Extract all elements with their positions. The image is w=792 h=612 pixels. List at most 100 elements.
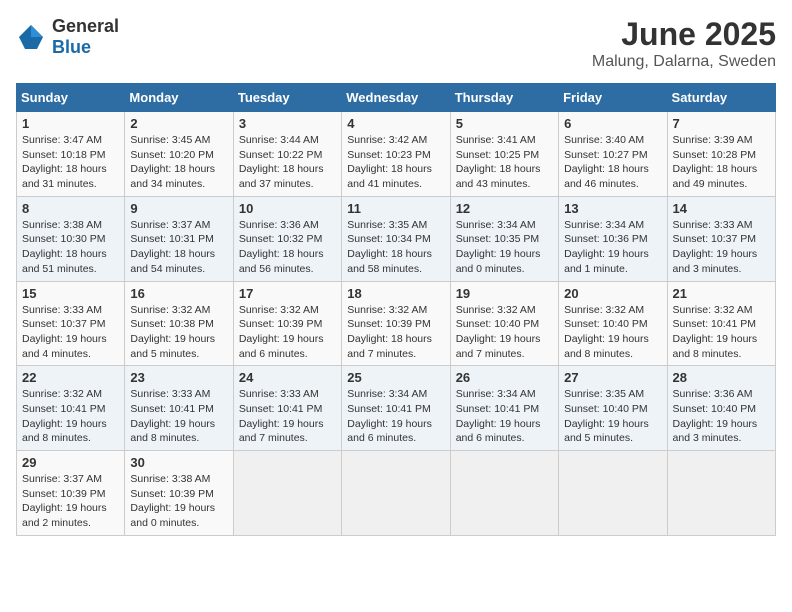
- calendar-cell: 20 Sunrise: 3:32 AM Sunset: 10:40 PM Dayl…: [559, 281, 667, 366]
- day-number: 1: [22, 116, 119, 131]
- day-info: Sunrise: 3:45 AM Sunset: 10:20 PM Daylig…: [130, 133, 227, 192]
- day-info: Sunrise: 3:44 AM Sunset: 10:22 PM Daylig…: [239, 133, 336, 192]
- day-number: 12: [456, 201, 553, 216]
- calendar-cell: 21 Sunrise: 3:32 AM Sunset: 10:41 PM Dayl…: [667, 281, 775, 366]
- day-number: 28: [673, 370, 770, 385]
- weekday-header-saturday: Saturday: [667, 84, 775, 112]
- calendar-cell: 16 Sunrise: 3:32 AM Sunset: 10:38 PM Dayl…: [125, 281, 233, 366]
- day-info: Sunrise: 3:32 AM Sunset: 10:39 PM Daylig…: [347, 303, 444, 362]
- day-info: Sunrise: 3:38 AM Sunset: 10:39 PM Daylig…: [130, 472, 227, 531]
- calendar-cell: 23 Sunrise: 3:33 AM Sunset: 10:41 PM Dayl…: [125, 366, 233, 451]
- week-row-3: 15Sunrise: 3:33 AM Sunset: 10:37 PM Dayl…: [17, 281, 776, 366]
- day-number: 4: [347, 116, 444, 131]
- day-info: Sunrise: 3:33 AM Sunset: 10:37 PM Daylig…: [22, 303, 119, 362]
- calendar-table: SundayMondayTuesdayWednesdayThursdayFrid…: [16, 83, 776, 536]
- day-number: 6: [564, 116, 661, 131]
- week-row-1: 1 Sunrise: 3:47 AM Sunset: 10:18 PM Dayli…: [17, 112, 776, 197]
- week-row-5: 29 Sunrise: 3:37 AM Sunset: 10:39 PM Dayl…: [17, 451, 776, 536]
- calendar-cell: 5 Sunrise: 3:41 AM Sunset: 10:25 PM Dayli…: [450, 112, 558, 197]
- day-number: 16: [130, 286, 227, 301]
- calendar-subtitle: Malung, Dalarna, Sweden: [592, 53, 776, 71]
- day-info: Sunrise: 3:32 AM Sunset: 10:41 PM Daylig…: [22, 387, 119, 446]
- calendar-cell: 11 Sunrise: 3:35 AM Sunset: 10:34 PM Dayl…: [342, 196, 450, 281]
- calendar-cell: 2 Sunrise: 3:45 AM Sunset: 10:20 PM Dayli…: [125, 112, 233, 197]
- day-number: 5: [456, 116, 553, 131]
- week-row-2: 8Sunrise: 3:38 AM Sunset: 10:30 PM Dayli…: [17, 196, 776, 281]
- calendar-cell: 6 Sunrise: 3:40 AM Sunset: 10:27 PM Dayli…: [559, 112, 667, 197]
- calendar-cell: 19 Sunrise: 3:32 AM Sunset: 10:40 PM Dayl…: [450, 281, 558, 366]
- title-area: June 2025 Malung, Dalarna, Sweden: [592, 16, 776, 71]
- day-info: Sunrise: 3:34 AM Sunset: 10:41 PM Daylig…: [347, 387, 444, 446]
- calendar-cell: [559, 451, 667, 536]
- day-info: Sunrise: 3:35 AM Sunset: 10:40 PM Daylig…: [564, 387, 661, 446]
- day-info: Sunrise: 3:37 AM Sunset: 10:31 PM Daylig…: [130, 218, 227, 277]
- calendar-cell: [233, 451, 341, 536]
- calendar-cell: 22 Sunrise: 3:32 AM Sunset: 10:41 PM Dayl…: [17, 366, 125, 451]
- calendar-cell: 13 Sunrise: 3:34 AM Sunset: 10:36 PM Dayl…: [559, 196, 667, 281]
- calendar-title: June 2025: [592, 16, 776, 53]
- day-number: 26: [456, 370, 553, 385]
- logo-general-text: General: [52, 16, 119, 36]
- calendar-cell: 10 Sunrise: 3:36 AM Sunset: 10:32 PM Dayl…: [233, 196, 341, 281]
- calendar-cell: 24 Sunrise: 3:33 AM Sunset: 10:41 PM Dayl…: [233, 366, 341, 451]
- day-info: Sunrise: 3:47 AM Sunset: 10:18 PM Daylig…: [22, 133, 119, 192]
- day-info: Sunrise: 3:32 AM Sunset: 10:41 PM Daylig…: [673, 303, 770, 362]
- day-info: Sunrise: 3:34 AM Sunset: 10:36 PM Daylig…: [564, 218, 661, 277]
- logo-blue-text: Blue: [52, 37, 91, 57]
- calendar-cell: 18 Sunrise: 3:32 AM Sunset: 10:39 PM Dayl…: [342, 281, 450, 366]
- calendar-cell: 15Sunrise: 3:33 AM Sunset: 10:37 PM Dayl…: [17, 281, 125, 366]
- weekday-header-monday: Monday: [125, 84, 233, 112]
- weekday-header-sunday: Sunday: [17, 84, 125, 112]
- day-number: 23: [130, 370, 227, 385]
- calendar-cell: 29 Sunrise: 3:37 AM Sunset: 10:39 PM Dayl…: [17, 451, 125, 536]
- weekday-header-tuesday: Tuesday: [233, 84, 341, 112]
- day-info: Sunrise: 3:36 AM Sunset: 10:32 PM Daylig…: [239, 218, 336, 277]
- day-info: Sunrise: 3:32 AM Sunset: 10:39 PM Daylig…: [239, 303, 336, 362]
- calendar-cell: 25Sunrise: 3:34 AM Sunset: 10:41 PM Dayl…: [342, 366, 450, 451]
- calendar-cell: 1 Sunrise: 3:47 AM Sunset: 10:18 PM Dayli…: [17, 112, 125, 197]
- day-number: 14: [673, 201, 770, 216]
- weekday-header-row: SundayMondayTuesdayWednesdayThursdayFrid…: [17, 84, 776, 112]
- day-info: Sunrise: 3:33 AM Sunset: 10:37 PM Daylig…: [673, 218, 770, 277]
- calendar-cell: 17 Sunrise: 3:32 AM Sunset: 10:39 PM Dayl…: [233, 281, 341, 366]
- day-info: Sunrise: 3:41 AM Sunset: 10:25 PM Daylig…: [456, 133, 553, 192]
- calendar-cell: [450, 451, 558, 536]
- calendar-cell: 8Sunrise: 3:38 AM Sunset: 10:30 PM Dayli…: [17, 196, 125, 281]
- day-number: 21: [673, 286, 770, 301]
- day-info: Sunrise: 3:35 AM Sunset: 10:34 PM Daylig…: [347, 218, 444, 277]
- calendar-cell: [342, 451, 450, 536]
- day-info: Sunrise: 3:32 AM Sunset: 10:40 PM Daylig…: [564, 303, 661, 362]
- day-number: 18: [347, 286, 444, 301]
- calendar-cell: 3Sunrise: 3:44 AM Sunset: 10:22 PM Dayli…: [233, 112, 341, 197]
- day-number: 20: [564, 286, 661, 301]
- day-info: Sunrise: 3:32 AM Sunset: 10:38 PM Daylig…: [130, 303, 227, 362]
- logo-icon: [16, 22, 46, 52]
- day-number: 22: [22, 370, 119, 385]
- day-info: Sunrise: 3:40 AM Sunset: 10:27 PM Daylig…: [564, 133, 661, 192]
- calendar-cell: 14 Sunrise: 3:33 AM Sunset: 10:37 PM Dayl…: [667, 196, 775, 281]
- calendar-cell: 27 Sunrise: 3:35 AM Sunset: 10:40 PM Dayl…: [559, 366, 667, 451]
- day-info: Sunrise: 3:32 AM Sunset: 10:40 PM Daylig…: [456, 303, 553, 362]
- day-number: 11: [347, 201, 444, 216]
- day-number: 7: [673, 116, 770, 131]
- day-number: 29: [22, 455, 119, 470]
- week-row-4: 22 Sunrise: 3:32 AM Sunset: 10:41 PM Dayl…: [17, 366, 776, 451]
- day-number: 19: [456, 286, 553, 301]
- day-number: 17: [239, 286, 336, 301]
- day-number: 27: [564, 370, 661, 385]
- weekday-header-thursday: Thursday: [450, 84, 558, 112]
- day-number: 10: [239, 201, 336, 216]
- day-info: Sunrise: 3:37 AM Sunset: 10:39 PM Daylig…: [22, 472, 119, 531]
- day-number: 24: [239, 370, 336, 385]
- calendar-cell: [667, 451, 775, 536]
- day-number: 13: [564, 201, 661, 216]
- calendar-cell: 9Sunrise: 3:37 AM Sunset: 10:31 PM Dayli…: [125, 196, 233, 281]
- weekday-header-wednesday: Wednesday: [342, 84, 450, 112]
- day-info: Sunrise: 3:34 AM Sunset: 10:35 PM Daylig…: [456, 218, 553, 277]
- day-info: Sunrise: 3:42 AM Sunset: 10:23 PM Daylig…: [347, 133, 444, 192]
- day-info: Sunrise: 3:33 AM Sunset: 10:41 PM Daylig…: [239, 387, 336, 446]
- logo: General Blue: [16, 16, 119, 58]
- day-info: Sunrise: 3:33 AM Sunset: 10:41 PM Daylig…: [130, 387, 227, 446]
- day-number: 2: [130, 116, 227, 131]
- calendar-cell: 26Sunrise: 3:34 AM Sunset: 10:41 PM Dayl…: [450, 366, 558, 451]
